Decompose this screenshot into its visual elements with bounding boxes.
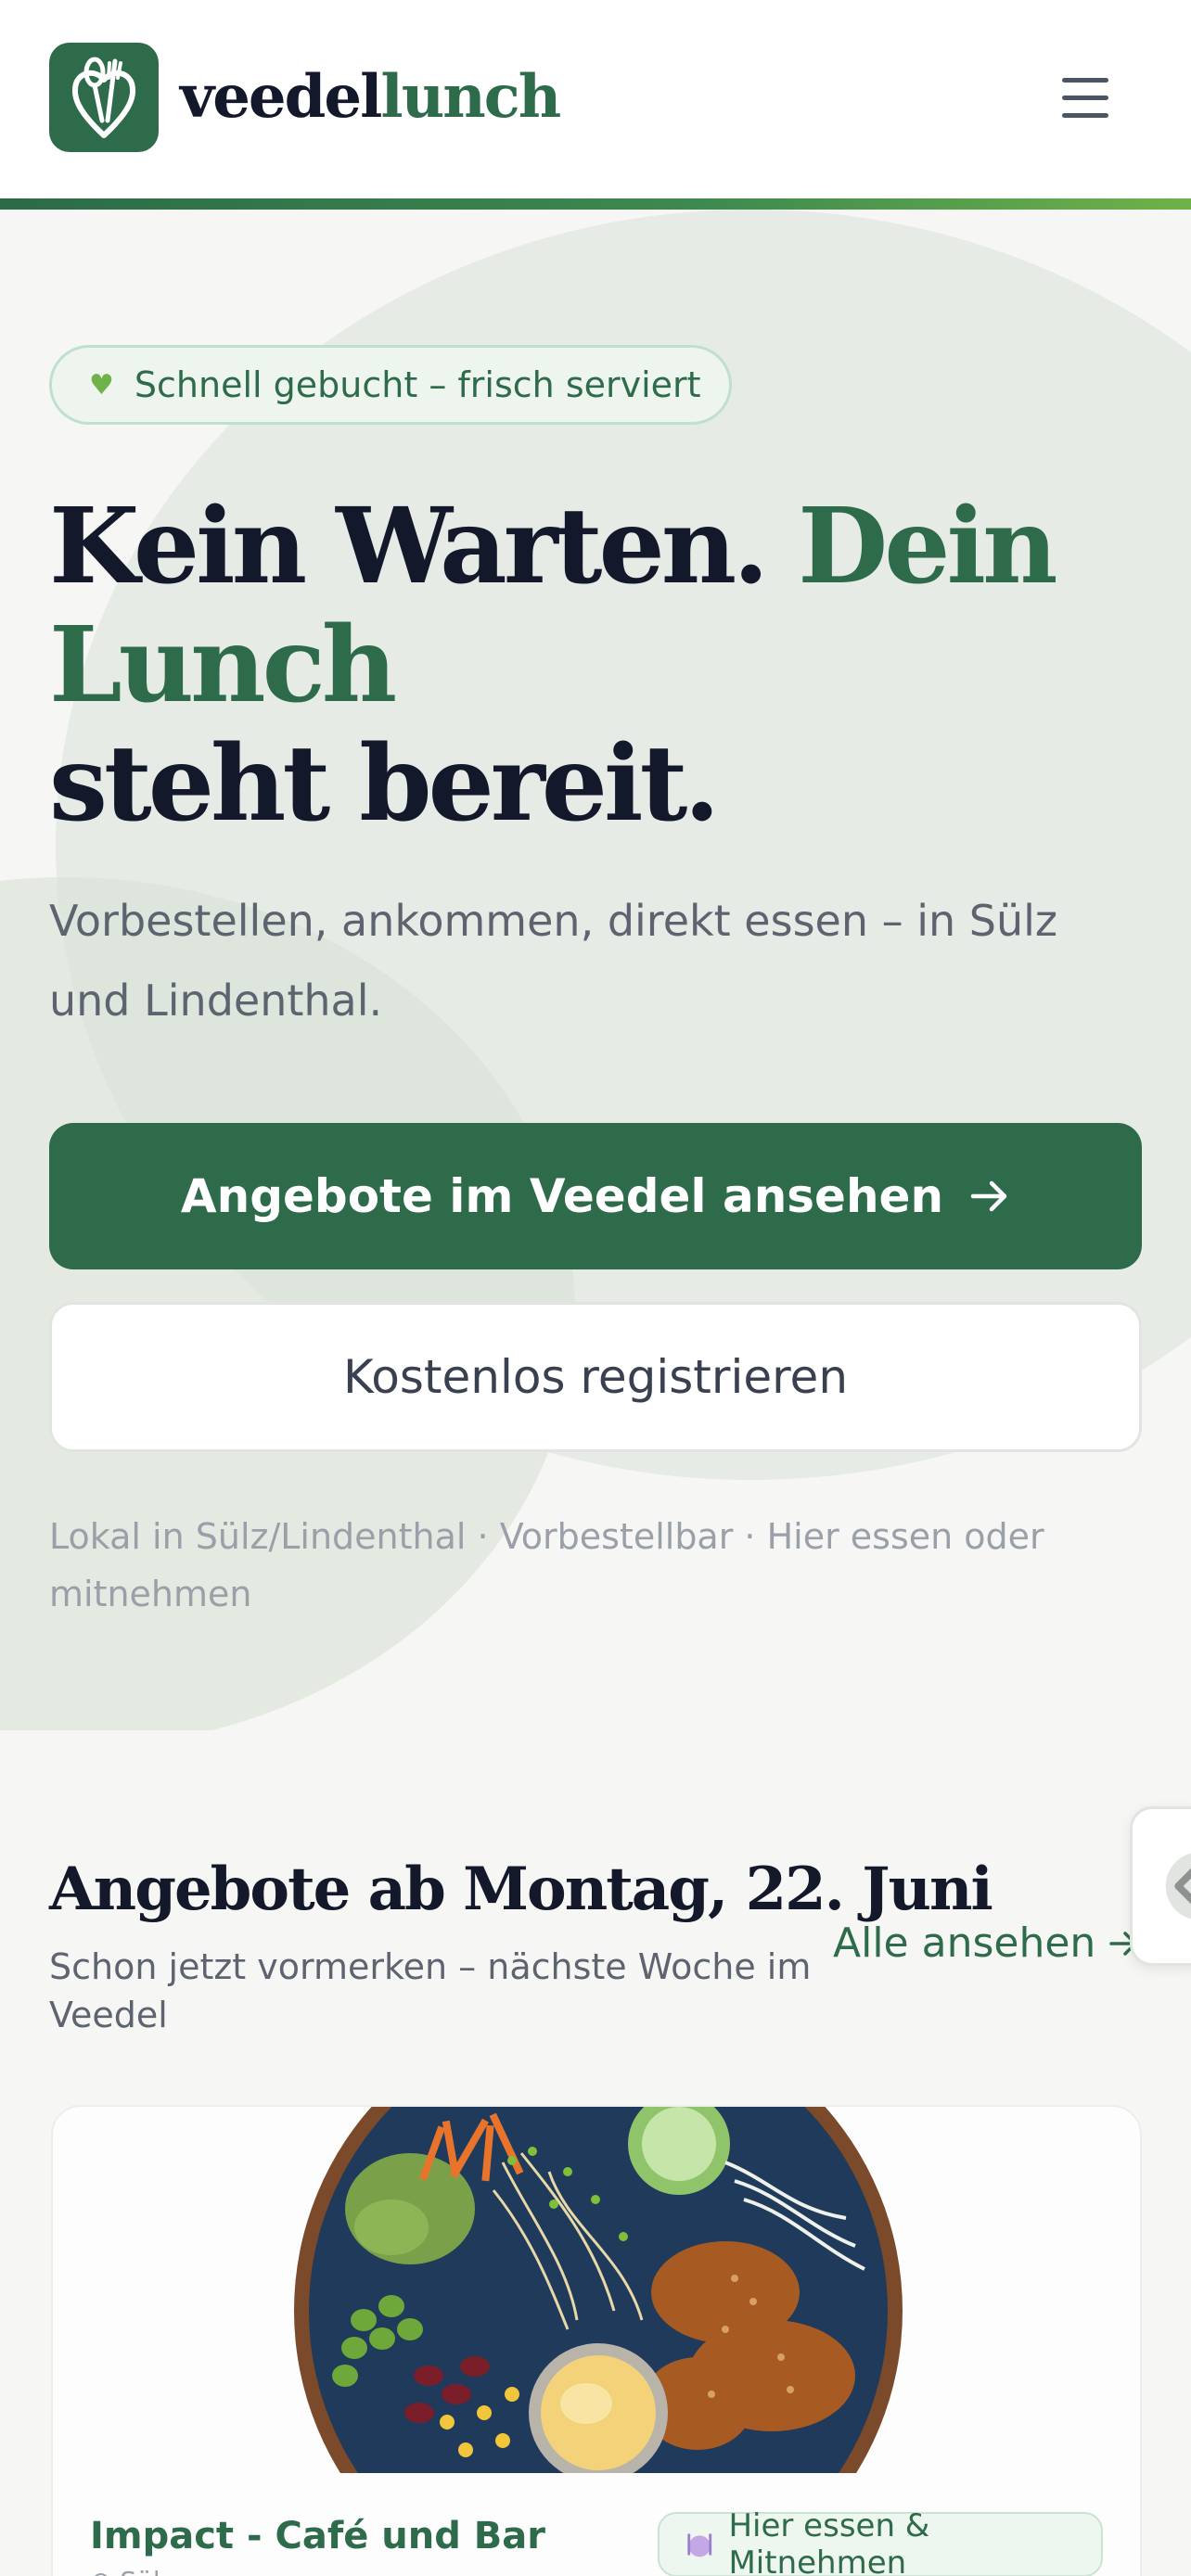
see-all-label: Alle ansehen [833, 1919, 1096, 1967]
heart-icon: ♥ [89, 368, 114, 402]
offers-section-title: Angebote ab Montag, 22. Juni [49, 1855, 993, 1924]
chevron-left-icon [1165, 1853, 1191, 1919]
register-label: Kostenlos registrieren [342, 1350, 849, 1404]
offer-card[interactable]: Impact - Café und Bar ⊙ Sülz Hier essen … [51, 2105, 1142, 2576]
see-all-link[interactable]: Alle ansehen [833, 1919, 1140, 1967]
hero-subhead: Vorbestellen, ankommen, direkt essen – i… [49, 896, 1058, 1026]
view-offers-label: Angebote im Veedel ansehen [180, 1169, 944, 1223]
hero-headline: Kein Warten. Dein Lunch steht bereit. [49, 488, 1162, 844]
site-header: veedellunch [0, 0, 1191, 198]
hero-badge-label: Schnell gebucht – frisch serviert [134, 364, 701, 405]
food-bowl-image [294, 2107, 903, 2473]
headline-part1: Kein Warten. [49, 486, 799, 607]
logo-text-part1: veedel [180, 62, 382, 132]
card-location-label: Sülz [120, 2566, 173, 2576]
headline-part2: steht bereit. [49, 723, 720, 845]
logo-text-part2: lunch [380, 62, 561, 132]
offers-section-subtitle: Schon jetzt vormerken – nächste Woche im… [49, 1946, 812, 2035]
view-offers-button[interactable]: Angebote im Veedel ansehen [49, 1123, 1142, 1269]
hero-section: ♥ Schnell gebucht – frisch serviert Kein… [0, 210, 1191, 1730]
register-button[interactable]: Kostenlos registrieren [49, 1302, 1142, 1452]
hero-badge: ♥ Schnell gebucht – frisch serviert [49, 345, 732, 425]
plate-icon [687, 2533, 712, 2557]
card-restaurant-name[interactable]: Impact - Café und Bar [90, 2515, 545, 2557]
service-type-label: Hier essen & Mitnehmen [728, 2507, 930, 2576]
hero-meta-info: Lokal in Sülz/Lindenthal · Vorbestellbar… [49, 1516, 1044, 1614]
header-accent-bar [0, 198, 1191, 210]
service-type-badge: Hier essen & Mitnehmen [658, 2507, 1103, 2576]
card-location: ⊙ Sülz [90, 2566, 173, 2576]
hamburger-menu-icon[interactable] [1048, 65, 1122, 130]
location-pin-icon: ⊙ [90, 2566, 120, 2576]
arrow-right-icon [970, 1180, 1007, 1212]
floating-side-tab[interactable] [1130, 1806, 1191, 1966]
logo-icon[interactable] [49, 43, 159, 152]
logo-wordmark[interactable]: veedellunch [180, 56, 561, 139]
